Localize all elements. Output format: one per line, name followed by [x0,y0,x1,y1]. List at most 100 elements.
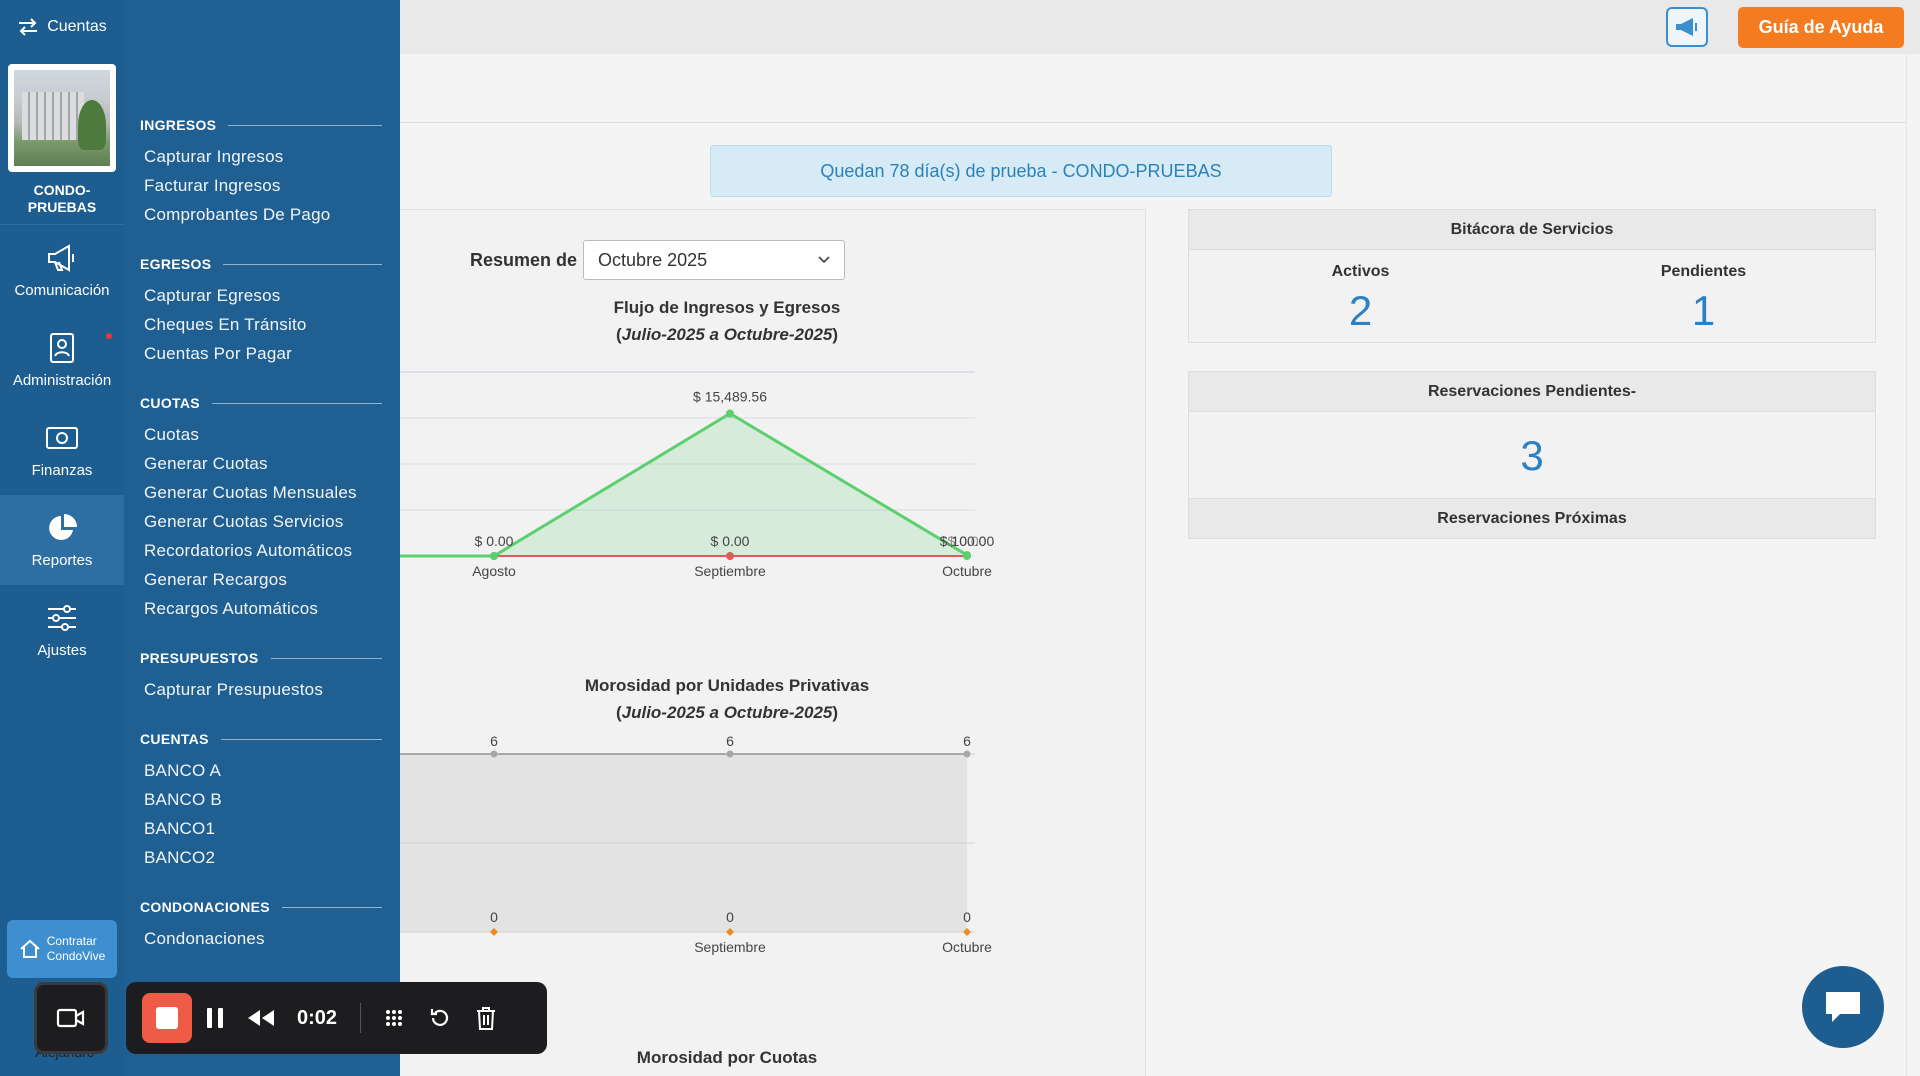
trash-icon [477,1007,495,1030]
submenu-link[interactable]: Facturar Ingresos [140,171,382,200]
megaphone-icon [1676,18,1697,36]
units-point [963,750,971,758]
submenu-section-title: PRESUPUESTOS [140,649,382,667]
submenu-section: EGRESOS Capturar Egresos Cheques En Tránsi… [140,255,382,368]
rewind-button[interactable] [238,1008,284,1028]
x-tick-label: Septiembre [694,939,766,955]
video-camera-icon [56,1008,85,1028]
top-bar: Guía de Ayuda [400,0,1920,54]
nav-finanzas[interactable]: Finanzas [0,405,124,495]
chat-bubble-icon [1826,992,1860,1022]
submenu-link[interactable]: Condonaciones [140,924,382,953]
page-scrollbar[interactable] [1906,54,1920,1076]
active-count: 2 [1348,287,1373,334]
x-tick-label: Octubre [942,939,992,955]
main-content: Quedan 78 día(s) de prueba - CONDO-PRUEB… [400,54,1906,1076]
finanzas-submenu: INGRESOS Capturar Ingresos Facturar Ingres… [124,0,400,1076]
chart2-title: Morosidad por Unidades Privativas (Julio… [584,676,870,722]
submenu-link[interactable]: Capturar Ingresos [140,142,382,171]
units-point [490,750,498,758]
services-log-title: Bitácora de Servicios [1189,210,1875,250]
submenu-link[interactable]: BANCO1 [140,814,382,843]
data-label: $ 0.00 [475,533,514,549]
submenu-link[interactable]: Generar Recargos [140,565,382,594]
sliders-icon [48,604,76,631]
submenu-link[interactable]: Cheques En Tránsito [140,310,382,339]
data-label-expense: $ 0.00 [948,533,987,549]
income-point [726,409,734,418]
submenu-section: CONDONACIONES Condonaciones [140,898,382,953]
home-icon [20,939,40,958]
x-tick-label: Agosto [472,563,516,579]
submenu-link[interactable]: BANCO A [140,756,382,785]
submenu-section-title: INGRESOS [140,116,382,134]
chat-button[interactable] [1802,966,1884,1048]
pause-button[interactable] [192,1006,238,1030]
recorder-toolbar: 0:02 [126,982,547,1054]
recording-timer: 0:02 [296,1006,338,1029]
services-log-card: Bitácora de Servicios Activos 2 Pendient… [1188,209,1876,343]
data-label: 0 [490,909,498,925]
data-label: 6 [490,733,498,749]
divider [360,1003,361,1033]
nav-label: Reportes [31,551,93,569]
expense-point [490,552,498,560]
submenu-link[interactable]: Capturar Presupuestos [140,675,382,704]
megaphone-icon [48,243,74,272]
active-services[interactable]: Activos 2 [1189,250,1532,335]
submenu-link[interactable]: Cuentas Por Pagar [140,339,382,368]
announcements-button[interactable] [1666,7,1708,47]
condo-photo[interactable] [8,64,116,172]
x-tick-label: Septiembre [694,563,766,579]
nav-ajustes[interactable]: Ajustes [0,585,124,675]
icon-rail: Cuentas CONDO- PRUEBAS Comunicación Admi… [0,0,124,1076]
nav-label: Comunicación [14,281,110,299]
submenu-link[interactable]: BANCO2 [140,843,382,872]
restart-icon [430,1009,449,1026]
submenu-section: CUOTAS Cuotas Generar Cuotas Generar Cuotas… [140,394,382,623]
pending-services[interactable]: Pendientes 1 [1532,250,1875,335]
restart-button[interactable] [417,1006,463,1030]
upcoming-reservations-title: Reservaciones Próximas [1189,498,1875,538]
submenu-link[interactable]: Generar Cuotas [140,449,382,478]
submenu-section-title: CUOTAS [140,394,382,412]
pending-label: Pendientes [1660,263,1747,280]
month-select-value: Octubre 2025 [598,249,708,270]
nav-administracion[interactable]: Administración [0,315,124,405]
rewind-icon [248,1010,274,1026]
switch-account-label: Cuentas [47,18,107,35]
pending-reservations-count[interactable]: 3 [1189,412,1875,498]
submenu-link[interactable]: Cuotas [140,420,382,449]
nav-label: Finanzas [31,461,93,479]
month-select[interactable]: Octubre 2025 [583,240,846,280]
submenu-link[interactable]: Generar Cuotas Mensuales [140,478,382,507]
x-tick-label: Octubre [942,563,992,579]
expense-point [726,552,734,560]
trial-banner: Quedan 78 día(s) de prueba - CONDO-PRUEB… [710,145,1332,197]
submenu-link[interactable]: Capturar Egresos [140,281,382,310]
switch-account-button[interactable]: Cuentas [0,0,124,54]
pie-chart-icon [49,513,77,540]
help-guide-button[interactable]: Guía de Ayuda [1738,7,1904,48]
pending-reservations-title: Reservaciones Pendientes- [1189,372,1875,412]
submenu-link[interactable]: Comprobantes De Pago [140,200,382,229]
nav-label: Ajustes [37,641,87,659]
data-label: 6 [963,733,971,749]
nav-comunicacion[interactable]: Comunicación [0,225,124,315]
delete-recording-button[interactable] [463,1005,509,1031]
grid-button[interactable] [371,1006,417,1030]
submenu-link[interactable]: Recargos Automáticos [140,594,382,623]
reservations-card: Reservaciones Pendientes- 3 Reservacione… [1188,371,1876,539]
submenu-section-title: CONDONACIONES [140,898,382,916]
contract-condovive-button[interactable]: Contratar CondoVive [7,920,117,978]
stop-recording-button[interactable] [142,993,192,1043]
nav-reportes[interactable]: Reportes [0,495,124,585]
submenu-link[interactable]: Recordatorios Automáticos [140,536,382,565]
data-label: 0 [726,909,734,925]
summary-selector: Resumen de Octubre 2025 [470,240,846,280]
camera-button[interactable] [34,982,108,1054]
submenu-link[interactable]: Generar Cuotas Servicios [140,507,382,536]
data-label-expense: $ 0.00 [711,533,750,549]
contact-card-icon [50,332,74,363]
submenu-link[interactable]: BANCO B [140,785,382,814]
